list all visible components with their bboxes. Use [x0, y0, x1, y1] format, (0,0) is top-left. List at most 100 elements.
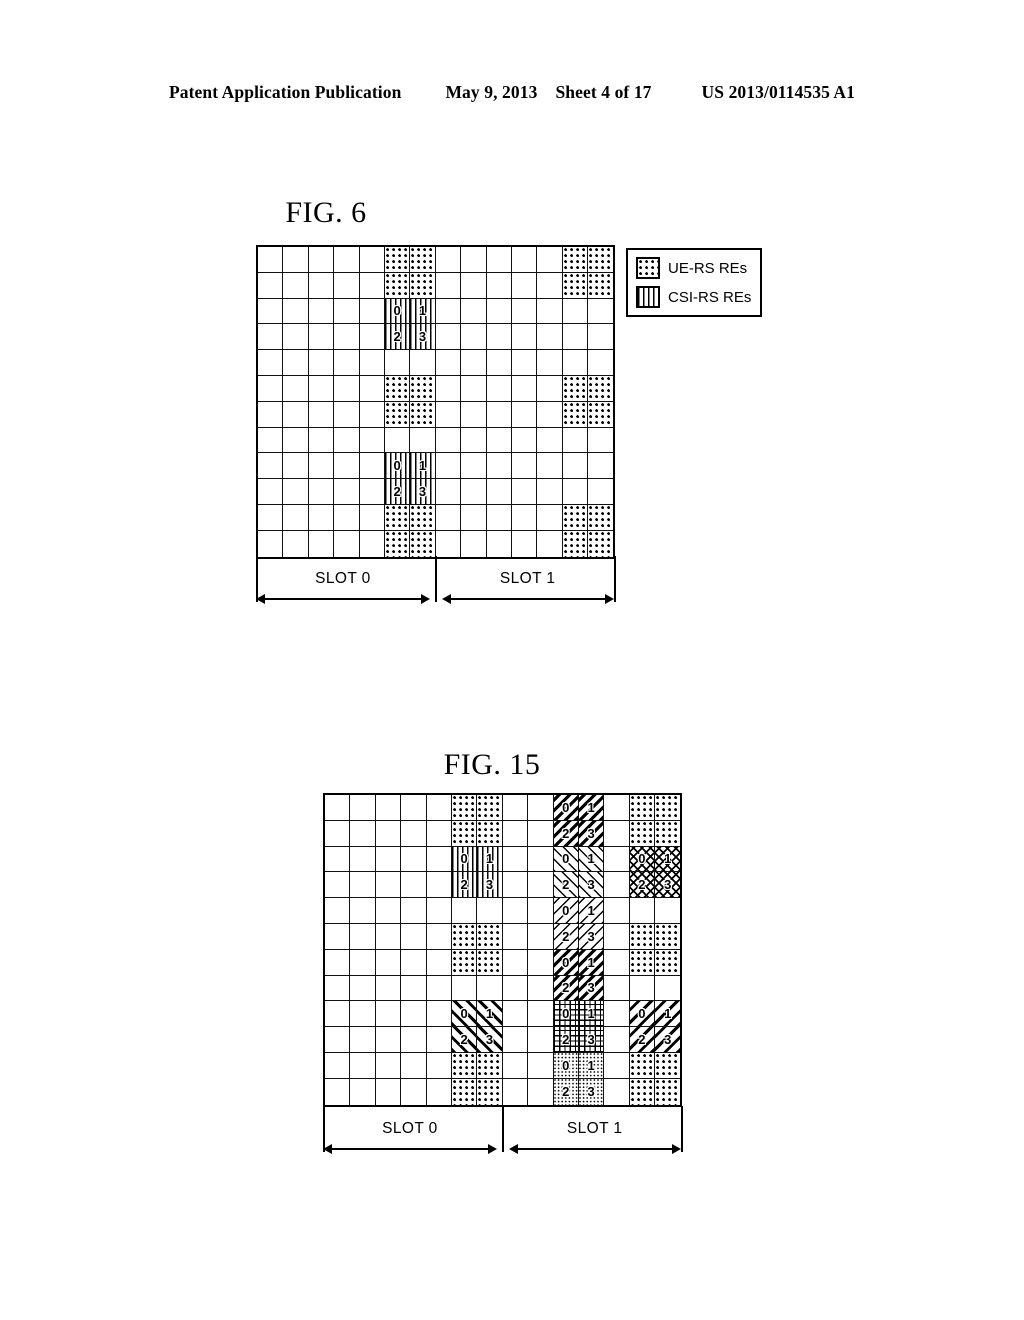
re-cell-empty[interactable] [604, 846, 630, 873]
re-cell-empty[interactable] [325, 820, 351, 847]
re-cell-empty[interactable] [350, 1052, 376, 1079]
re-cell-diag-back-dense[interactable]: 3 [578, 975, 605, 1002]
re-cell-empty[interactable] [350, 923, 376, 950]
re-cell-empty[interactable] [528, 975, 554, 1002]
re-cell-diag-fwd-bold[interactable]: 0 [451, 1001, 478, 1028]
re-cell-empty[interactable] [486, 401, 512, 428]
re-cell-empty[interactable] [375, 872, 402, 899]
re-cell-empty[interactable] [511, 324, 538, 351]
re-cell-empty[interactable] [375, 1052, 402, 1079]
re-cell-empty[interactable] [528, 846, 554, 873]
re-cell-empty[interactable] [502, 923, 529, 950]
re-cell-uers[interactable] [384, 504, 411, 531]
re-cell-csirs[interactable]: 0 [384, 298, 411, 325]
re-cell-uers[interactable] [629, 923, 656, 950]
re-cell-empty[interactable] [308, 298, 335, 325]
re-cell-empty[interactable] [528, 949, 554, 976]
re-cell-empty[interactable] [427, 1078, 452, 1105]
re-cell-empty[interactable] [435, 504, 462, 531]
re-cell-mesh[interactable]: 2 [553, 1027, 579, 1053]
re-cell-empty[interactable] [604, 872, 630, 899]
re-cell-empty[interactable] [486, 350, 512, 376]
re-cell-empty[interactable] [325, 795, 351, 821]
re-cell-csirs[interactable]: 2 [451, 872, 478, 899]
re-cell-empty[interactable] [426, 923, 452, 950]
re-cell-diag-fwd-light[interactable]: 2 [553, 872, 579, 899]
re-cell-uers[interactable] [477, 820, 503, 847]
re-cell-empty[interactable] [258, 298, 284, 325]
re-cell-empty[interactable] [426, 846, 452, 873]
re-cell-empty[interactable] [461, 479, 487, 505]
re-cell-empty[interactable] [537, 504, 563, 531]
re-cell-empty[interactable] [655, 976, 681, 1002]
re-cell-empty[interactable] [325, 1078, 351, 1105]
re-cell-empty[interactable] [588, 453, 614, 480]
re-cell-empty[interactable] [401, 1001, 427, 1028]
re-cell-empty[interactable] [410, 427, 436, 454]
re-cell-empty[interactable] [258, 479, 284, 505]
re-cell-empty[interactable] [384, 427, 411, 454]
re-cell-empty[interactable] [258, 427, 284, 454]
re-cell-uers[interactable] [384, 247, 411, 273]
re-cell-empty[interactable] [588, 324, 614, 351]
re-cell-empty[interactable] [283, 272, 309, 299]
re-cell-empty[interactable] [375, 949, 402, 976]
re-cell-empty[interactable] [528, 820, 554, 847]
re-cell-empty[interactable] [401, 898, 427, 924]
re-cell-empty[interactable] [562, 427, 589, 454]
re-cell-empty[interactable] [629, 898, 656, 924]
re-cell-csirs[interactable]: 2 [384, 324, 411, 351]
re-cell-diag-back-light[interactable]: 0 [553, 898, 579, 924]
re-cell-uers[interactable] [588, 401, 614, 428]
re-cell-uers[interactable] [655, 795, 681, 821]
re-cell-uers[interactable] [384, 375, 411, 402]
re-cell-empty[interactable] [350, 820, 376, 847]
re-cell-empty[interactable] [486, 247, 512, 273]
re-cell-fine-dots[interactable]: 3 [578, 1078, 605, 1105]
re-cell-empty[interactable] [604, 1027, 630, 1053]
re-cell-empty[interactable] [486, 272, 512, 299]
re-cell-empty[interactable] [359, 401, 385, 428]
re-cell-empty[interactable] [283, 504, 309, 531]
re-cell-empty[interactable] [537, 324, 563, 351]
re-cell-empty[interactable] [486, 324, 512, 351]
re-cell-empty[interactable] [258, 401, 284, 428]
re-cell-empty[interactable] [359, 427, 385, 454]
re-cell-uers[interactable] [410, 272, 436, 299]
re-cell-uers[interactable] [629, 795, 656, 821]
re-cell-fine-dots[interactable]: 1 [578, 1052, 605, 1079]
re-cell-fine-dots[interactable]: 0 [553, 1052, 579, 1079]
re-cell-empty[interactable] [502, 975, 529, 1002]
re-cell-empty[interactable] [401, 975, 427, 1002]
re-cell-diag-back-bold[interactable]: 0 [629, 1001, 656, 1028]
re-cell-empty[interactable] [426, 1001, 452, 1028]
re-cell-csirs[interactable]: 1 [410, 298, 436, 325]
re-cell-empty[interactable] [376, 1078, 402, 1105]
re-cell-empty[interactable] [258, 375, 284, 402]
re-cell-diag-back-bold[interactable]: 1 [655, 1001, 681, 1028]
re-cell-empty[interactable] [511, 375, 538, 402]
re-cell-empty[interactable] [283, 479, 309, 505]
re-cell-uers[interactable] [477, 1078, 503, 1105]
re-cell-empty[interactable] [334, 530, 360, 557]
re-cell-empty[interactable] [604, 795, 630, 821]
re-cell-empty[interactable] [359, 247, 385, 273]
re-cell-empty[interactable] [502, 872, 529, 899]
re-cell-empty[interactable] [350, 872, 376, 899]
re-cell-empty[interactable] [375, 795, 402, 821]
re-cell-empty[interactable] [334, 453, 360, 480]
re-cell-empty[interactable] [435, 375, 462, 402]
re-cell-empty[interactable] [502, 820, 529, 847]
re-cell-empty[interactable] [350, 1001, 376, 1028]
re-cell-uers[interactable] [451, 820, 478, 847]
re-cell-empty[interactable] [477, 898, 503, 924]
re-cell-empty[interactable] [451, 898, 478, 924]
re-cell-uers[interactable] [562, 247, 589, 273]
re-cell-empty[interactable] [283, 375, 309, 402]
re-cell-diag-back-dense[interactable]: 0 [553, 795, 579, 821]
re-cell-empty[interactable] [435, 350, 462, 376]
re-cell-mesh[interactable]: 3 [578, 1027, 605, 1053]
re-cell-uers[interactable] [410, 530, 436, 557]
re-cell-empty[interactable] [486, 427, 512, 454]
re-cell-empty[interactable] [401, 1078, 427, 1105]
